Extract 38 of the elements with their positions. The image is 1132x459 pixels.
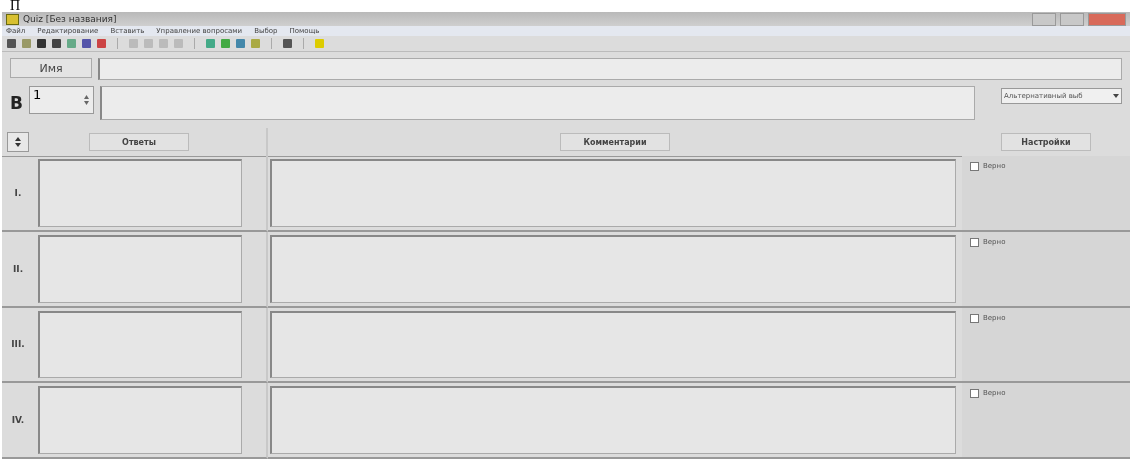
- minimize-button[interactable]: [1032, 12, 1056, 26]
- comment-field[interactable]: [270, 386, 956, 454]
- toolbar-icon[interactable]: [81, 38, 92, 49]
- name-field[interactable]: [98, 58, 1122, 80]
- page-text: П: [9, 0, 22, 12]
- row-label: II.: [2, 231, 34, 308]
- question-type-letter: B: [10, 93, 23, 113]
- close-button[interactable]: [1088, 12, 1126, 26]
- up-down-arrows-icon: [14, 136, 22, 148]
- correct-checkbox[interactable]: [970, 162, 979, 171]
- question-field[interactable]: [99, 86, 975, 120]
- comment-field[interactable]: [270, 159, 956, 227]
- row-label: I.: [2, 156, 34, 232]
- answer-field[interactable]: [38, 310, 242, 379]
- maximize-button[interactable]: [1060, 12, 1084, 26]
- settings-header[interactable]: Настройки: [1001, 133, 1091, 151]
- toolbar-icon[interactable]: [6, 38, 17, 49]
- correct-checkbox[interactable]: [970, 389, 979, 399]
- answer-field[interactable]: [38, 386, 242, 454]
- correct-checkbox[interactable]: [970, 237, 979, 247]
- comments-header[interactable]: Комментарии: [560, 133, 670, 151]
- caret-icon: [1113, 94, 1119, 98]
- correct-checkbox[interactable]: [970, 313, 979, 323]
- comment-field[interactable]: [270, 234, 956, 303]
- sort-button[interactable]: [7, 132, 29, 152]
- answer-field[interactable]: [38, 234, 242, 303]
- row-label: III.: [2, 307, 34, 384]
- number-spinner[interactable]: 1: [28, 86, 94, 114]
- answers-header[interactable]: Ответы: [89, 133, 189, 151]
- toolbar-icon[interactable]: [36, 38, 47, 49]
- toolbar-icon[interactable]: [51, 38, 62, 49]
- name-button[interactable]: Имя: [10, 58, 92, 78]
- toolbar-icon[interactable]: [282, 38, 293, 49]
- app-icon: [6, 13, 19, 25]
- comment-field[interactable]: [270, 310, 956, 379]
- answer-field[interactable]: [38, 159, 242, 227]
- window-title: Quiz [Без названия]: [23, 14, 118, 24]
- row-label: IV.: [2, 383, 34, 459]
